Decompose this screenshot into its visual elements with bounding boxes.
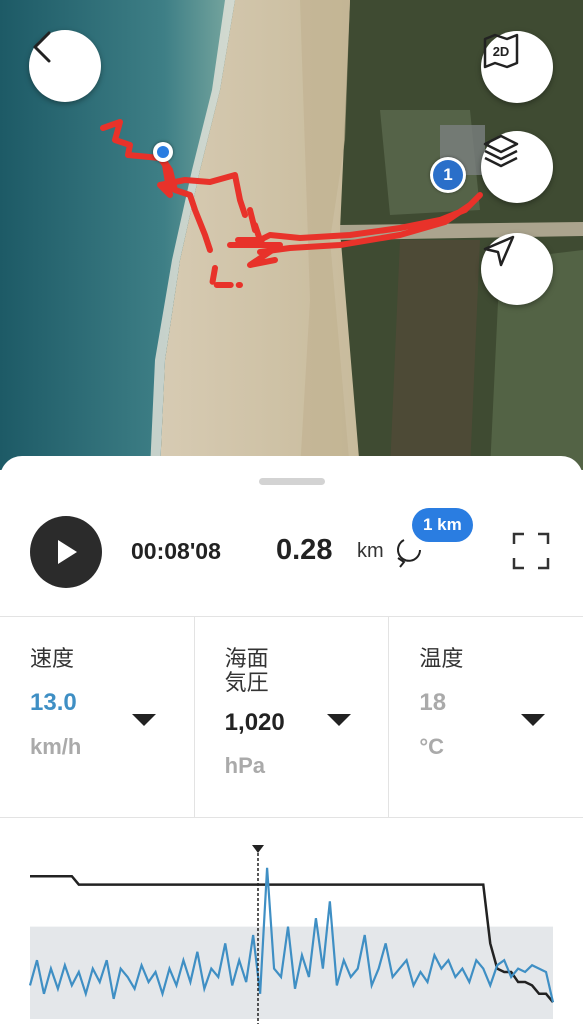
play-button[interactable] [30,516,102,588]
stat-speed[interactable]: 速度 13.0 km/h [0,617,195,817]
chevron-down-icon[interactable] [326,714,351,726]
stat-label: 速度 [30,646,75,671]
stat-temperature[interactable]: 温度 18 °C [389,617,583,817]
chevron-down-icon[interactable] [132,714,156,726]
current-position-marker [153,142,173,162]
layers-icon [483,134,519,168]
stat-unit: °C [419,734,445,759]
play-icon [58,540,77,564]
fullscreen-icon[interactable] [512,532,550,570]
stat-unit: km/h [30,734,82,759]
back-button[interactable] [29,30,101,102]
activity-chart[interactable] [0,841,583,1024]
location-arrow-icon [483,235,515,267]
stat-value: 13.0 [30,689,77,716]
distance-value: 0.28 [276,534,333,566]
stat-unit: hPa [224,753,266,778]
details-sheet: 00:08'08 0.28 km 1 km 速度 13.0 km/h 海面 気圧 … [0,456,583,1024]
lap-marker-label: 1 [433,160,463,190]
sheet-handle[interactable] [259,478,325,485]
view-mode-button[interactable]: 2D [481,31,553,103]
stats-row: 速度 13.0 km/h 海面 気圧 1,020 hPa 温度 18 °C [0,616,583,818]
layers-button[interactable] [481,131,553,203]
stat-label: 温度 [419,646,464,671]
back-arrow-icon [33,31,51,63]
stat-label: 海面 気圧 [224,646,269,695]
map-view[interactable]: 1 2D [0,0,583,470]
locate-button[interactable] [481,233,553,305]
view-mode-label: 2D [493,44,510,59]
stat-sea-level-pressure[interactable]: 海面 気圧 1,020 hPa [195,617,390,817]
map-2d-icon: 2D [483,33,519,69]
lap-distance-badge[interactable]: 1 km [412,508,473,542]
stat-value: 1,020 [224,709,285,736]
lap-marker[interactable]: 1 [430,157,466,193]
stat-value: 18 [419,689,447,716]
chart-cursor-marker [252,845,264,853]
chevron-down-icon[interactable] [521,714,546,726]
distance-unit: km [357,540,384,562]
elapsed-time: 00:08'08 [131,538,221,564]
